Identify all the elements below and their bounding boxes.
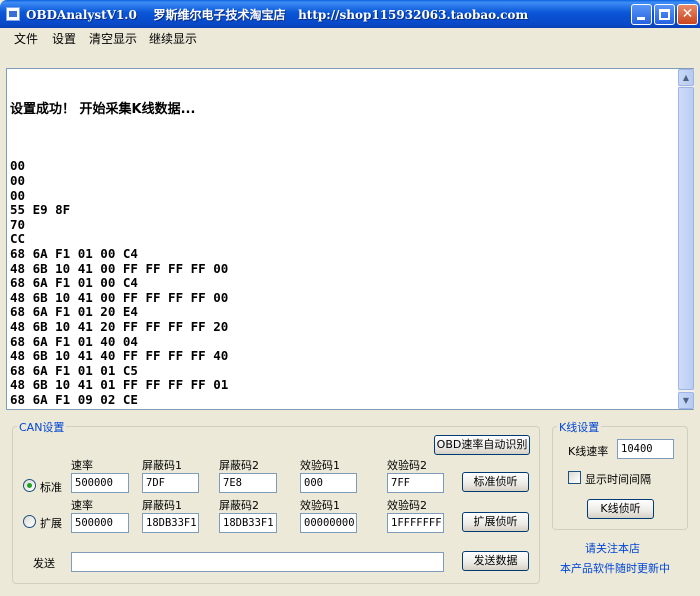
ext-header-mask1: 屏蔽码1 [142,499,182,512]
output-line: 48 6B 10 41 00 FF FF FF FF 00 [10,260,229,276]
output-line: 48 6B 10 41 01 FF FF FF FF 01 [10,377,229,393]
ext-header-check1: 效验码1 [300,499,340,512]
window-title: OBDAnalystV1.0 罗斯维尔电子技术淘宝店 http://shop11… [26,8,529,22]
ext-rate-input[interactable]: 500000 [71,513,129,533]
standard-radio[interactable] [23,479,36,492]
minimize-icon [637,17,645,20]
std-header-check1: 效验码1 [300,459,340,472]
ext-check2-input[interactable]: 1FFFFFFF [387,513,444,533]
can-settings-legend: CAN设置 [17,419,67,435]
std-check1-input[interactable]: 000 [300,473,357,493]
output-line: 00 [10,172,26,188]
kline-listen-button[interactable]: K线侦听 [587,499,654,519]
std-mask1-input[interactable]: 7DF [142,473,199,493]
std-header-mask2: 屏蔽码2 [219,459,259,472]
show-interval-label: 显示时间间隔 [585,473,651,486]
output-line: 48 6B 10 41 00 FF FF FF FF 00 [10,289,229,305]
output-line: 68 6A F1 01 00 C4 [10,275,138,291]
std-header-mask1: 屏蔽码1 [142,459,182,472]
vertical-scrollbar[interactable]: ▲ ▼ [678,69,694,409]
footer-update-note: 本产品软件随时更新中 [560,562,670,575]
close-button[interactable]: ✕ [677,4,698,25]
standard-listen-button[interactable]: 标准侦听 [462,472,529,492]
scroll-up-button[interactable]: ▲ [678,69,694,86]
output-line: 68 6A F1 01 01 C5 [10,362,138,378]
ext-mask2-input[interactable]: 18DB33F1 [219,513,277,533]
ext-check1-input[interactable]: 00000000 [300,513,357,533]
output-text: 设置成功！ 开始采集K线数据... 00 00 00 55 E9 8F 70 CC 68 6… [10,72,675,406]
kline-settings-legend: K线设置 [557,419,602,435]
menu-settings[interactable]: 设置 [52,30,76,47]
close-icon: ✕ [681,6,694,22]
extended-radio[interactable] [23,515,36,528]
output-line: 68 6A F1 01 00 C4 [10,245,138,261]
title-bar[interactable]: OBDAnalystV1.0 罗斯维尔电子技术淘宝店 http://shop11… [0,0,700,28]
std-mask2-input[interactable]: 7E8 [219,473,277,493]
std-header-check2: 效验码2 [387,459,427,472]
output-line: 48 6B 10 41 40 FF FF FF FF 40 [10,348,229,364]
status-message: 设置成功！ 开始采集K线数据... [10,102,196,118]
menu-continue-display[interactable]: 继续显示 [149,30,197,47]
ext-header-check2: 效验码2 [387,499,427,512]
footer-follow-store: 请关注本店 [585,542,640,555]
std-header-rate: 速率 [71,459,93,472]
maximize-button[interactable] [654,4,675,25]
can-settings-group: CAN设置 OBD速率自动识别 速率 屏蔽码1 屏蔽码2 效验码1 效验码2 标… [12,419,540,584]
output-textarea[interactable]: 设置成功！ 开始采集K线数据... 00 00 00 55 E9 8F 70 CC 68 6… [6,68,694,410]
show-interval-checkbox[interactable] [568,471,581,484]
menu-file[interactable]: 文件 [14,30,38,47]
output-line: 00 [10,158,26,174]
maximize-icon [659,9,670,20]
std-check2-input[interactable]: 7FF [387,473,444,493]
output-line: CC [10,231,26,247]
kline-rate-label: K线速率 [568,445,609,458]
output-line: 70 [10,216,26,232]
output-line: 55 E9 8F [10,202,71,218]
send-data-button[interactable]: 发送数据 [462,551,529,571]
output-line: 68 6A F1 01 20 E4 [10,304,138,320]
send-label: 发送 [33,557,55,570]
menu-clear-display[interactable]: 清空显示 [89,30,137,47]
ext-mask1-input[interactable]: 18DB33F1 [142,513,199,533]
output-line: 48 6B 10 41 20 FF FF FF FF 20 [10,318,229,334]
output-line: 68 6A F1 09 02 CE [10,391,138,406]
kline-settings-group: K线设置 K线速率 10400 显示时间间隔 K线侦听 [552,419,688,530]
ext-header-mask2: 屏蔽码2 [219,499,259,512]
send-data-input[interactable] [71,552,444,572]
extended-radio-label: 扩展 [40,517,62,530]
minimize-button[interactable] [631,4,652,25]
kline-rate-input[interactable]: 10400 [617,439,674,459]
output-line: 00 [10,187,26,203]
output-line: 68 6A F1 01 40 04 [10,333,138,349]
extended-listen-button[interactable]: 扩展侦听 [462,512,529,532]
obd-auto-detect-button[interactable]: OBD速率自动识别 [434,435,530,455]
scroll-down-button[interactable]: ▼ [678,392,694,409]
ext-header-rate: 速率 [71,499,93,512]
standard-radio-label: 标准 [40,481,62,494]
menu-bar: 文件 设置 清空显示 继续显示 [4,28,696,48]
scroll-thumb[interactable] [678,87,694,390]
std-rate-input[interactable]: 500000 [71,473,129,493]
app-icon [6,7,20,21]
